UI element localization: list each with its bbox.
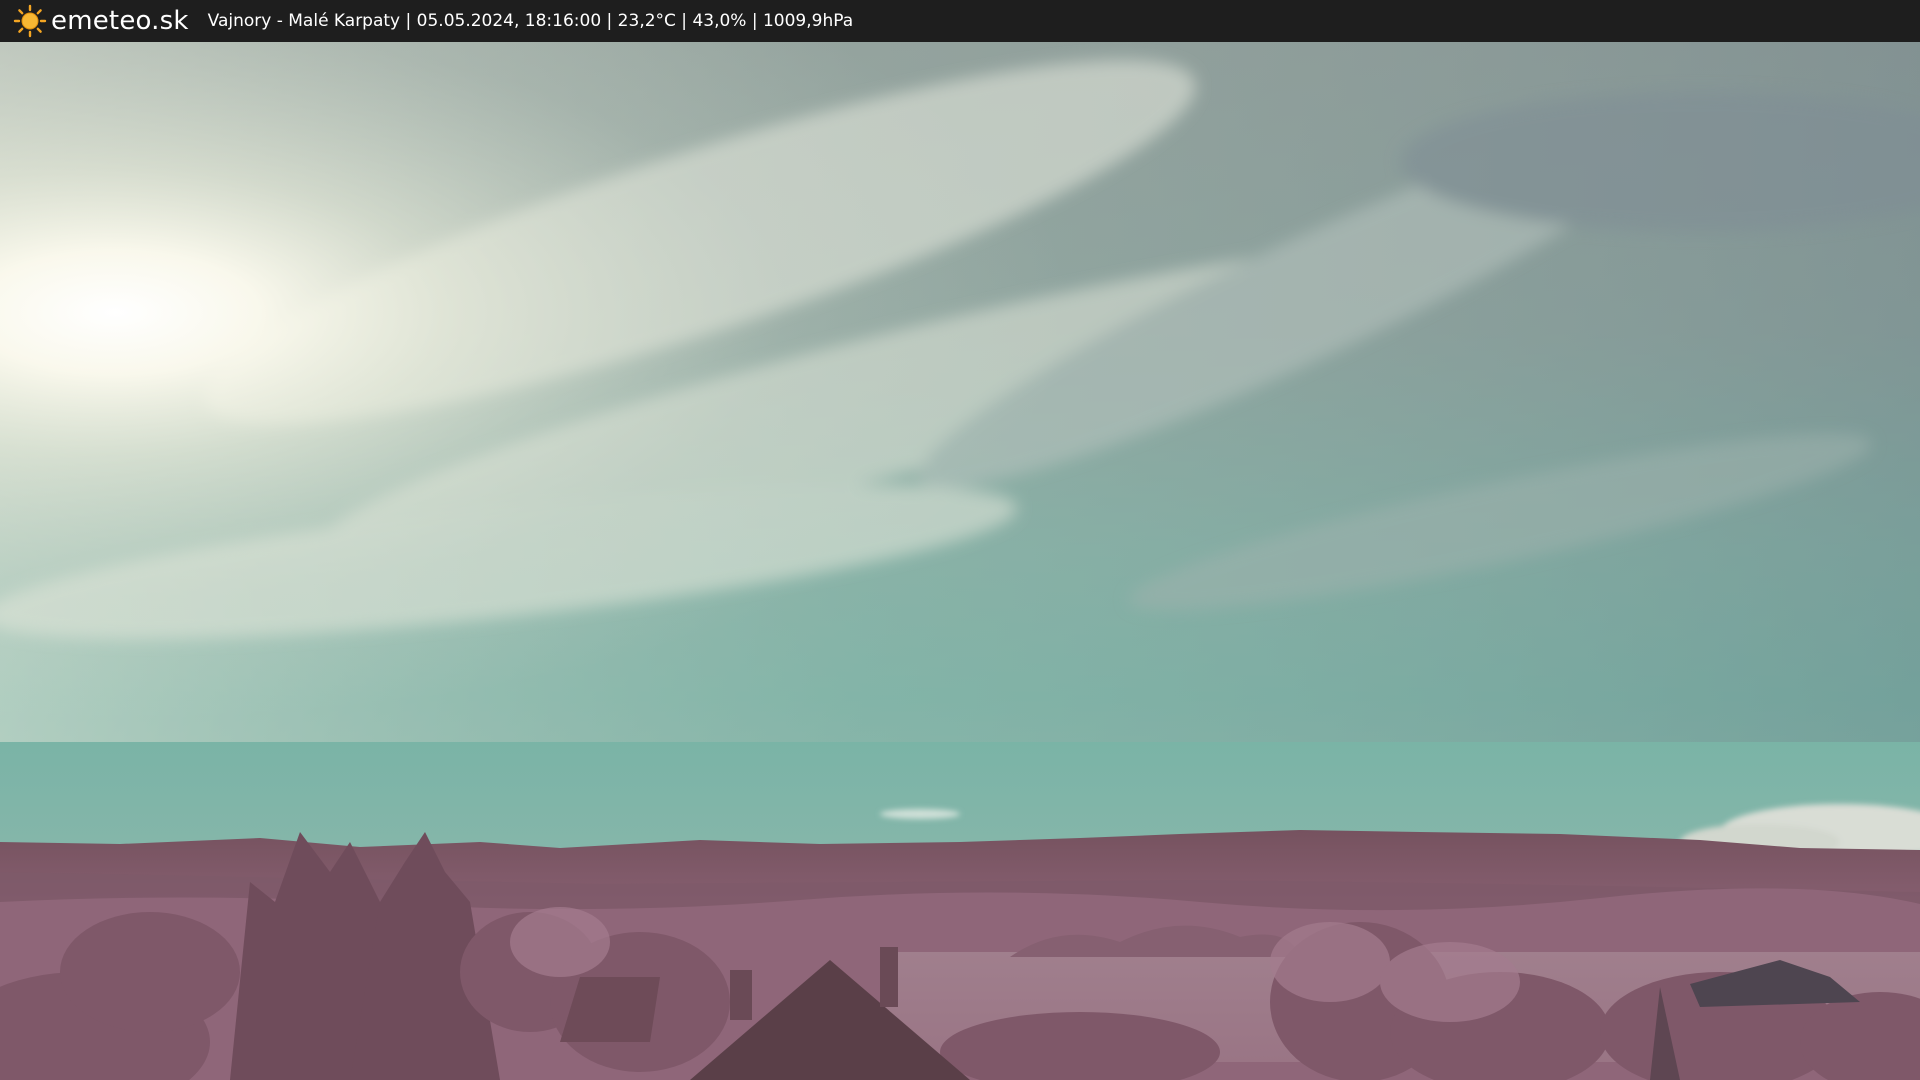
brand-name: emeteo.sk	[51, 6, 189, 36]
webcam-image	[0, 42, 1920, 1080]
logo[interactable]: emeteo.sk	[13, 0, 189, 42]
webcam-scene	[0, 42, 1920, 1080]
webcam-frame: emeteo.sk Vajnory - Malé Karpaty | 05.05…	[0, 0, 1920, 1080]
station-caption: Vajnory - Malé Karpaty | 05.05.2024, 18:…	[207, 11, 854, 31]
sun-icon	[13, 4, 47, 38]
header-bar: emeteo.sk Vajnory - Malé Karpaty | 05.05…	[0, 0, 1920, 42]
